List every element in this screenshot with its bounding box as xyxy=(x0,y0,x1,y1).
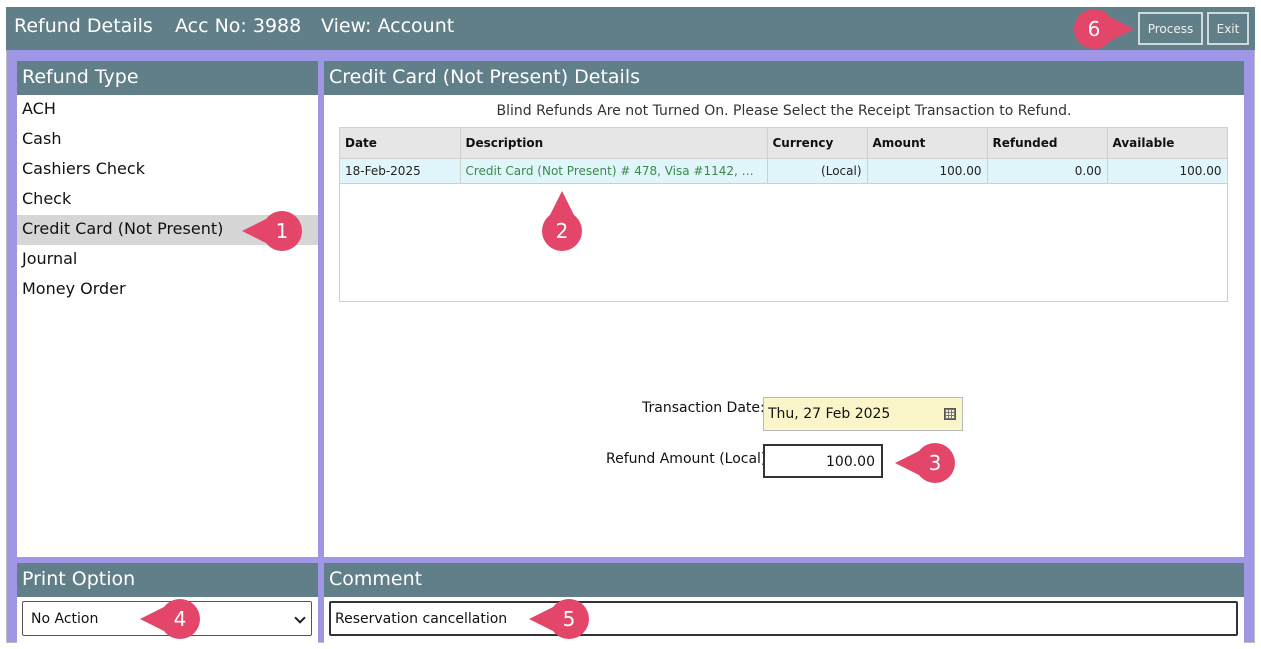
refund-type-check[interactable]: Check xyxy=(17,185,318,215)
view-mode: View: Account xyxy=(321,15,455,37)
refund-amount-label: Refund Amount (Local): xyxy=(606,451,772,467)
account-number: Acc No: 3988 xyxy=(175,15,302,37)
comment-input[interactable]: Reservation cancellation xyxy=(329,601,1238,636)
details-panel: Credit Card (Not Present) Details Blind … xyxy=(324,61,1244,557)
refund-type-cashiers-check[interactable]: Cashiers Check xyxy=(17,155,318,185)
comment-heading: Comment xyxy=(324,563,1244,597)
callout-marker-3: 3 xyxy=(915,443,955,483)
callout-marker-2: 2 xyxy=(542,211,582,251)
refund-type-money-order[interactable]: Money Order xyxy=(17,275,318,305)
cell-description: Credit Card (Not Present) # 478, Visa #1… xyxy=(460,158,768,184)
chevron-down-icon xyxy=(294,612,306,624)
column-header-date[interactable]: Date xyxy=(340,128,461,159)
calendar-icon[interactable] xyxy=(944,408,956,420)
column-header-available[interactable]: Available xyxy=(1107,128,1228,159)
callout-marker-1: 1 xyxy=(262,211,302,251)
cell-available: 100.00 xyxy=(1107,158,1228,184)
cell-refunded: 0.00 xyxy=(987,158,1108,184)
refund-type-cash[interactable]: Cash xyxy=(17,125,318,155)
window-title: Refund Details xyxy=(14,15,153,37)
refund-type-panel: Refund Type ACH Cash Cashiers Check Chec… xyxy=(17,61,318,557)
cell-currency: (Local) xyxy=(767,158,868,184)
print-option-value: No Action xyxy=(31,611,99,627)
blind-refund-notice: Blind Refunds Are not Turned On. Please … xyxy=(496,103,1072,119)
exit-button[interactable]: Exit xyxy=(1207,12,1249,45)
callout-marker-6: 6 xyxy=(1074,9,1114,49)
process-button[interactable]: Process xyxy=(1138,12,1203,45)
column-header-amount[interactable]: Amount xyxy=(867,128,988,159)
details-heading: Credit Card (Not Present) Details xyxy=(324,61,1244,95)
transaction-date-label: Transaction Date: xyxy=(642,400,765,416)
column-header-currency[interactable]: Currency xyxy=(767,128,868,159)
callout-marker-4: 4 xyxy=(160,599,200,639)
column-header-description[interactable]: Description xyxy=(460,128,768,159)
callout-marker-5: 5 xyxy=(549,599,589,639)
refund-type-ach[interactable]: ACH xyxy=(17,95,318,125)
cell-amount: 100.00 xyxy=(867,158,988,184)
refund-amount-input[interactable]: 100.00 xyxy=(763,444,883,478)
refund-type-journal[interactable]: Journal xyxy=(17,245,318,275)
transaction-date-value: Thu, 27 Feb 2025 xyxy=(768,406,891,422)
transaction-date-field[interactable]: Thu, 27 Feb 2025 xyxy=(763,397,963,431)
refund-type-list: ACH Cash Cashiers Check Check Credit Car… xyxy=(17,95,318,305)
column-header-refunded[interactable]: Refunded xyxy=(987,128,1108,159)
title-bar: Refund Details Acc No: 3988 View: Accoun… xyxy=(6,7,1255,50)
grid-header-row: Date Description Currency Amount Refunde… xyxy=(340,128,1228,159)
refund-type-heading: Refund Type xyxy=(17,61,318,95)
print-option-heading: Print Option xyxy=(17,563,318,597)
comment-panel: Comment Reservation cancellation xyxy=(324,563,1244,643)
receipt-transactions-grid: Date Description Currency Amount Refunde… xyxy=(339,127,1228,302)
cell-date: 18-Feb-2025 xyxy=(340,158,461,184)
table-row[interactable]: 18-Feb-2025 Credit Card (Not Present) # … xyxy=(340,158,1228,184)
